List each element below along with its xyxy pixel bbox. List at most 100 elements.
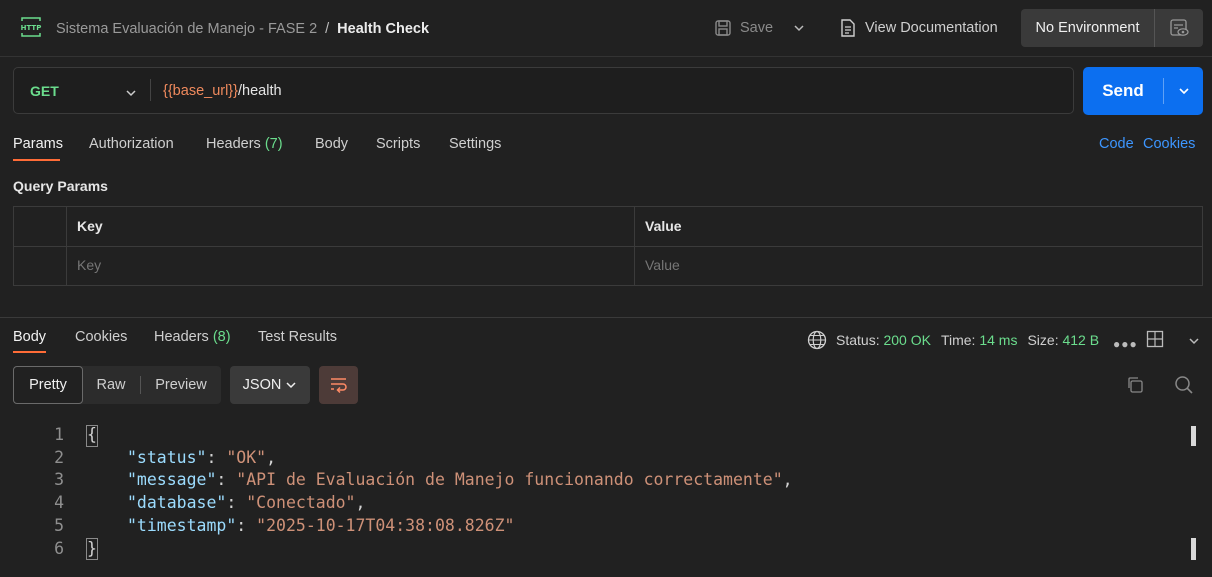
tab-params[interactable]: Params: [13, 126, 63, 162]
tab-body[interactable]: Body: [315, 126, 348, 162]
bracket-match-highlight: [86, 425, 98, 447]
chevron-down-icon[interactable]: [1164, 67, 1203, 115]
format-raw-button[interactable]: Raw: [83, 366, 139, 404]
svg-text:HTTP: HTTP: [21, 24, 42, 32]
tab-label: Settings: [449, 136, 502, 152]
search-icon[interactable]: [1174, 375, 1194, 395]
environment-eye-icon[interactable]: [1155, 9, 1203, 47]
line-number: 3: [54, 470, 64, 489]
url-input[interactable]: {{base_url}}/health: [163, 67, 282, 114]
pane-divider[interactable]: [0, 317, 1212, 318]
json-line: "message": "API de Evaluación de Manejo …: [127, 470, 793, 489]
line-number: 1: [54, 425, 64, 444]
json-value: "Conectado": [246, 493, 356, 512]
url-divider: [150, 79, 151, 101]
response-tab-headers[interactable]: Headers (8): [154, 320, 231, 354]
json-key: "timestamp": [127, 516, 237, 535]
breadcrumb-separator: /: [325, 20, 330, 37]
http-icon: HTTP: [20, 16, 42, 38]
json-comma: ,: [782, 470, 793, 489]
active-tab-indicator: [13, 351, 46, 353]
tab-settings[interactable]: Settings: [449, 126, 501, 162]
param-key-input[interactable]: Key: [77, 257, 101, 273]
response-tab-body[interactable]: Body: [13, 320, 46, 354]
chevron-down-icon[interactable]: [124, 86, 138, 100]
tab-scripts[interactable]: Scripts: [376, 126, 420, 162]
tab-headers[interactable]: Headers (7): [206, 126, 283, 162]
json-comma: ,: [355, 493, 366, 512]
save-button[interactable]: Save: [714, 14, 773, 42]
send-button-group: Send: [1083, 67, 1203, 115]
environment-name[interactable]: No Environment: [1021, 9, 1155, 47]
tab-label: Headers: [206, 136, 261, 152]
scrollbar-marker[interactable]: [1191, 426, 1196, 446]
tab-label: Body: [13, 329, 47, 345]
language-dropdown[interactable]: JSON: [230, 366, 310, 404]
layout-icon[interactable]: [1146, 330, 1164, 348]
status-label: Status:: [836, 332, 880, 348]
code-link[interactable]: Code: [1099, 126, 1134, 162]
tab-label: Body: [315, 136, 349, 152]
save-icon: [714, 19, 732, 37]
chevron-down-icon[interactable]: [1187, 334, 1201, 348]
line-number: 4: [54, 493, 64, 512]
active-tab-indicator: [13, 159, 60, 161]
size-value[interactable]: 412 B: [1062, 332, 1099, 348]
url-path: /health: [238, 82, 282, 99]
table-divider: [13, 246, 1203, 247]
tab-label: Authorization: [89, 136, 174, 152]
json-value: "2025-10-17T04:38:08.826Z": [256, 516, 515, 535]
time-label: Time:: [940, 332, 976, 348]
view-documentation-button[interactable]: View Documentation: [840, 14, 998, 42]
document-icon: [840, 19, 856, 37]
json-line: "status": "OK",: [127, 448, 277, 467]
tab-authorization[interactable]: Authorization: [89, 126, 174, 162]
wrap-icon: [330, 378, 347, 394]
more-icon[interactable]: ●●●: [1113, 337, 1138, 351]
docs-label: View Documentation: [865, 20, 998, 36]
json-key: "database": [127, 493, 227, 512]
json-value: "API de Evaluación de Manejo funcionando…: [236, 470, 783, 489]
cookies-link[interactable]: Cookies: [1143, 126, 1195, 162]
status-badge[interactable]: 200 OK: [883, 332, 930, 348]
json-line: "database": "Conectado",: [127, 493, 366, 512]
method-selector[interactable]: GET: [30, 67, 59, 114]
response-tab-cookies[interactable]: Cookies: [75, 320, 127, 354]
url-variable: {{base_url}}: [163, 82, 238, 99]
request-title[interactable]: Health Check: [337, 21, 429, 37]
key-column-header: Key: [77, 218, 103, 234]
response-headers-count: (8): [212, 329, 231, 345]
line-number: 2: [54, 448, 64, 467]
json-line: "timestamp": "2025-10-17T04:38:08.826Z": [127, 516, 515, 535]
language-label: JSON: [242, 377, 282, 393]
breadcrumb-collection[interactable]: Sistema Evaluación de Manejo - FASE 2: [56, 21, 317, 37]
query-params-title: Query Params: [13, 178, 108, 194]
copy-icon[interactable]: [1126, 376, 1144, 394]
param-value-input[interactable]: Value: [645, 257, 680, 273]
size-label: Size:: [1027, 332, 1059, 348]
chevron-down-icon[interactable]: [792, 21, 806, 35]
tab-label: Scripts: [376, 136, 421, 152]
send-button[interactable]: Send: [1083, 67, 1163, 115]
environment-selector[interactable]: No Environment: [1021, 9, 1203, 47]
headers-count: (7): [264, 136, 283, 152]
json-comma: ,: [266, 448, 277, 467]
save-label: Save: [740, 20, 774, 36]
json-value: "OK": [226, 448, 267, 467]
line-number: 5: [54, 516, 64, 535]
wrap-lines-button[interactable]: [319, 366, 358, 404]
tab-label: Headers: [154, 329, 209, 345]
format-preview-button[interactable]: Preview: [141, 366, 221, 404]
tab-label: Params: [13, 136, 63, 152]
breadcrumb: Sistema Evaluación de Manejo - FASE 2 / …: [56, 0, 429, 57]
line-number: 6: [54, 539, 64, 558]
format-pretty-button[interactable]: Pretty: [13, 366, 83, 404]
scrollbar-marker[interactable]: [1191, 538, 1196, 560]
tab-label: Test Results: [258, 329, 337, 345]
globe-icon[interactable]: [807, 330, 827, 350]
json-key: "message": [127, 470, 217, 489]
response-tab-test-results[interactable]: Test Results: [258, 320, 337, 354]
json-key: "status": [127, 448, 207, 467]
time-value[interactable]: 14 ms: [979, 332, 1017, 348]
response-meta: Status: 200 OK Time: 14 ms Size: 412 B: [807, 326, 1099, 354]
